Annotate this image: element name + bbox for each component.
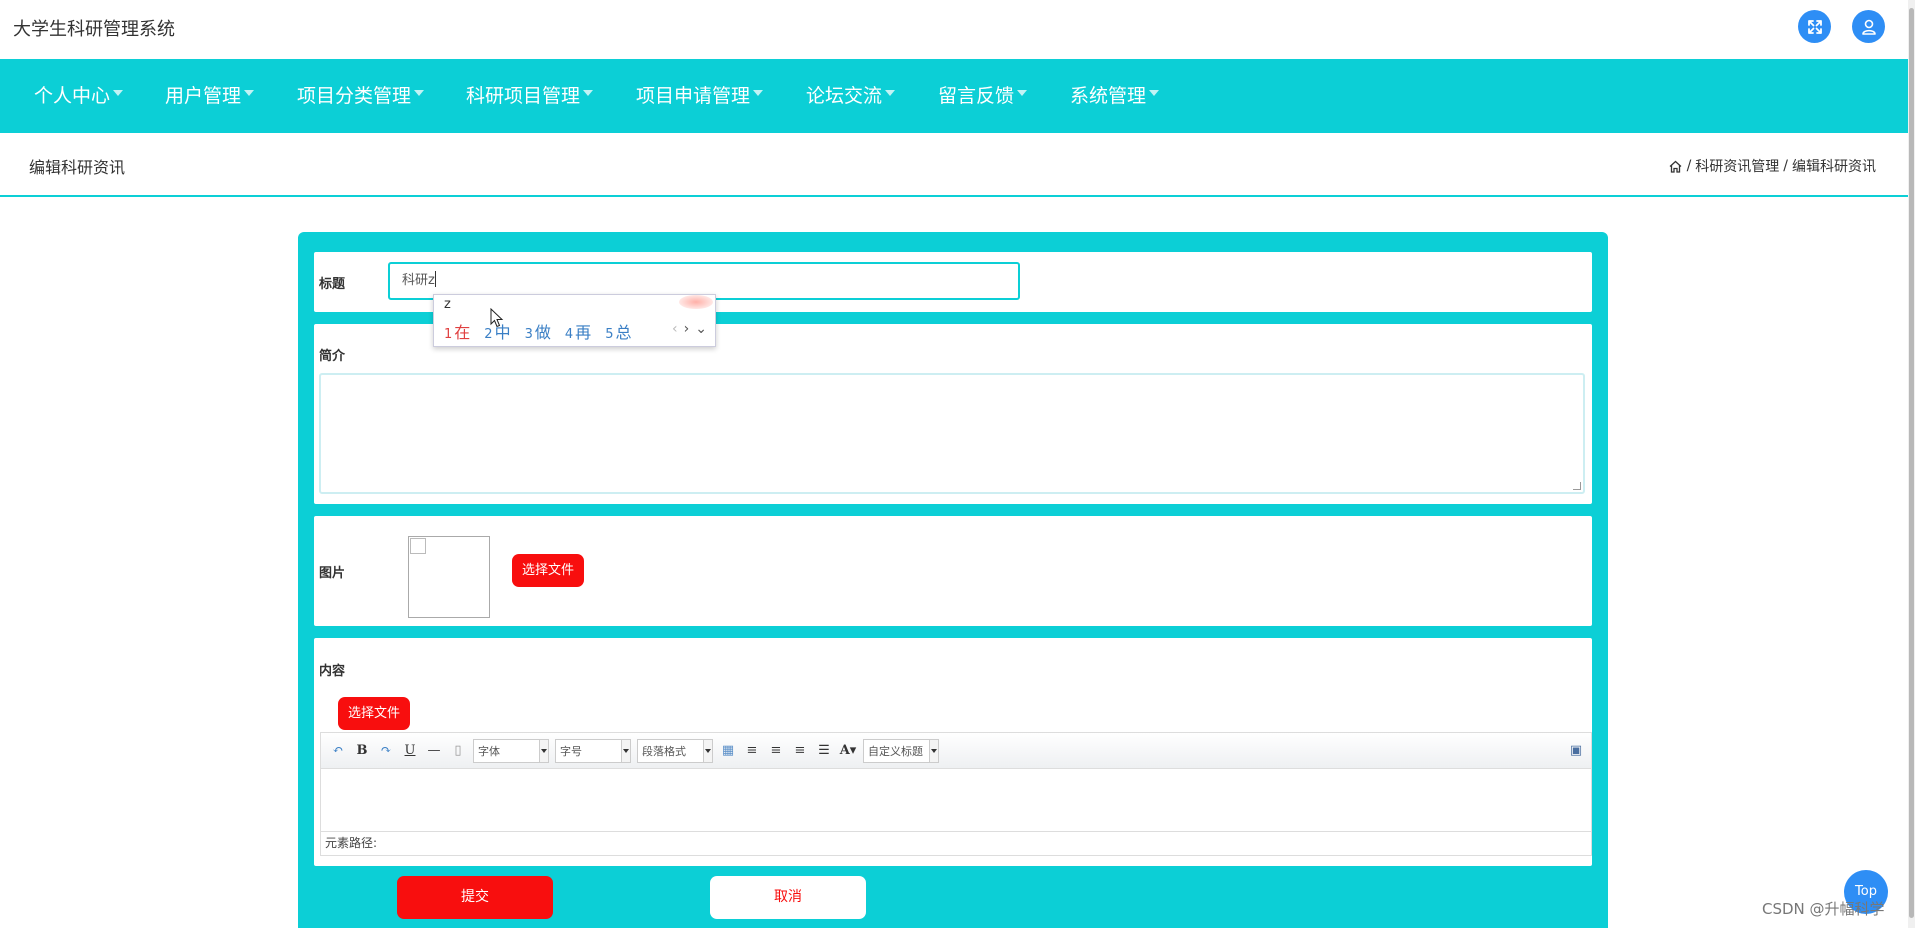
- nav-item-personal-center[interactable]: 个人中心: [34, 59, 124, 133]
- dropdown-arrow-icon: [705, 748, 711, 753]
- form-row-image: 图片 选择文件: [314, 516, 1592, 626]
- fullscreen-icon: [1807, 19, 1822, 34]
- underline-icon[interactable]: U: [401, 742, 419, 760]
- nav-item-project-application[interactable]: 项目申请管理: [636, 59, 764, 133]
- horizontal-rule-icon[interactable]: —: [425, 742, 443, 760]
- image-label: 图片: [319, 566, 346, 581]
- caret-down-icon: [414, 90, 425, 96]
- text-caret: [434, 271, 436, 287]
- font-color-icon[interactable]: A▾: [839, 742, 857, 760]
- dropdown-arrow-icon: [541, 748, 547, 753]
- page-icon[interactable]: ▯: [449, 742, 467, 760]
- caret-down-icon: [244, 90, 255, 96]
- dropdown-arrow-icon: [931, 748, 937, 753]
- caret-down-icon: [885, 90, 896, 96]
- bold-icon[interactable]: B: [353, 742, 371, 760]
- page: 大学生科研管理系统 个人中心 用户管理 项目分类管理 科研项目管理 项目申请管理…: [0, 0, 1915, 928]
- rich-text-editor: ↶ B ↷ U — ▯ 字体 字号 段落格式 ▦ ≡ ≡ ≡ ☰ A▾ 自定义标…: [320, 732, 1592, 856]
- ime-candidate[interactable]: 1在: [444, 319, 470, 343]
- nav-item-forum[interactable]: 论坛交流: [806, 59, 896, 133]
- content-choose-file-button[interactable]: 选择文件: [338, 697, 411, 730]
- ime-skin-decoration: [679, 295, 713, 309]
- ime-candidate[interactable]: 4再: [565, 319, 591, 343]
- app-title: 大学生科研管理系统: [13, 19, 175, 40]
- dropdown-arrow-icon: [623, 748, 629, 753]
- ime-composition: z: [444, 297, 451, 312]
- home-icon[interactable]: [1668, 159, 1683, 174]
- caret-down-icon: [753, 90, 764, 96]
- main-nav: 个人中心 用户管理 项目分类管理 科研项目管理 项目申请管理 论坛交流 留言反馈…: [0, 59, 1908, 133]
- custom-title-select[interactable]: 自定义标题: [863, 738, 939, 763]
- form-row-intro: 简介: [314, 324, 1592, 504]
- caret-down-icon: [1149, 90, 1160, 96]
- image-choose-file-button[interactable]: 选择文件: [512, 554, 585, 587]
- ime-candidates: 1在 2中 3做 4再 5总: [444, 319, 631, 343]
- caret-down-icon: [1017, 90, 1028, 96]
- broken-image-icon: [410, 538, 426, 554]
- breadcrumb-research-news[interactable]: 科研资讯管理: [1695, 156, 1779, 176]
- content-label: 内容: [319, 664, 346, 679]
- image-preview: [408, 536, 490, 618]
- ime-expand-icon[interactable]: ⌄: [695, 321, 707, 337]
- font-size-select[interactable]: 字号: [555, 738, 631, 763]
- breadcrumb-separator: /: [1686, 158, 1692, 174]
- font-family-select[interactable]: 字体: [473, 738, 549, 763]
- breadcrumb-separator: /: [1783, 158, 1788, 174]
- title-label: 标题: [319, 277, 346, 292]
- user-button[interactable]: [1852, 10, 1885, 43]
- intro-textarea[interactable]: [319, 373, 1585, 494]
- editor-element-path: 元素路径:: [321, 831, 1591, 855]
- align-left-icon[interactable]: ≡: [743, 742, 761, 760]
- undo-icon[interactable]: ↶: [329, 742, 347, 760]
- submit-button[interactable]: 提交: [397, 876, 553, 919]
- ime-prev-page-icon[interactable]: ‹: [672, 321, 678, 337]
- mouse-cursor-icon: [490, 308, 504, 328]
- fullscreen-editor-icon[interactable]: ▣: [1567, 742, 1585, 760]
- caret-down-icon: [113, 90, 124, 96]
- ime-next-page-icon[interactable]: ›: [684, 321, 690, 337]
- align-justify-icon[interactable]: ☰: [815, 742, 833, 760]
- align-right-icon[interactable]: ≡: [767, 742, 785, 760]
- breadcrumb-current: 编辑科研资讯: [1792, 159, 1876, 175]
- nav-item-user-management[interactable]: 用户管理: [165, 59, 255, 133]
- nav-item-system-management[interactable]: 系统管理: [1070, 59, 1160, 133]
- scrollbar-thumb[interactable]: [1909, 8, 1914, 918]
- paragraph-format-select[interactable]: 段落格式: [637, 738, 713, 763]
- form-row-content: 内容 选择文件 ↶ B ↷ U — ▯ 字体 字号 段落格式 ▦ ≡ ≡ ≡ ☰…: [314, 638, 1592, 866]
- ime-candidate[interactable]: 3做: [525, 319, 551, 343]
- breadcrumb: / 科研资讯管理 / 编辑科研资讯: [1668, 156, 1876, 176]
- redo-icon[interactable]: ↷: [377, 742, 395, 760]
- page-scrollbar[interactable]: [1908, 0, 1915, 928]
- breadcrumb-bar: 编辑科研资讯 / 科研资讯管理 / 编辑科研资讯: [0, 133, 1908, 197]
- cancel-button[interactable]: 取消: [710, 876, 866, 919]
- top-header: 大学生科研管理系统: [0, 0, 1908, 59]
- page-title: 编辑科研资讯: [29, 158, 126, 177]
- ime-navigation: ‹ › ⌄: [672, 321, 707, 337]
- intro-label: 简介: [319, 349, 346, 364]
- nav-item-feedback[interactable]: 留言反馈: [938, 59, 1028, 133]
- nav-item-project-category[interactable]: 项目分类管理: [297, 59, 425, 133]
- fullscreen-button[interactable]: [1798, 10, 1831, 43]
- align-center-icon[interactable]: ≡: [791, 742, 809, 760]
- table-icon[interactable]: ▦: [719, 742, 737, 760]
- editor-toolbar: ↶ B ↷ U — ▯ 字体 字号 段落格式 ▦ ≡ ≡ ≡ ☰ A▾ 自定义标…: [321, 733, 1591, 769]
- ime-candidate-popup: z 1在 2中 3做 4再 5总 ‹ › ⌄: [433, 294, 716, 347]
- caret-down-icon: [583, 90, 594, 96]
- resize-grip-icon[interactable]: [1573, 482, 1581, 490]
- user-icon: [1861, 19, 1876, 35]
- ime-candidate[interactable]: 5总: [605, 319, 631, 343]
- nav-item-research-project[interactable]: 科研项目管理: [466, 59, 594, 133]
- watermark: CSDN @升幅科学: [1762, 900, 1885, 918]
